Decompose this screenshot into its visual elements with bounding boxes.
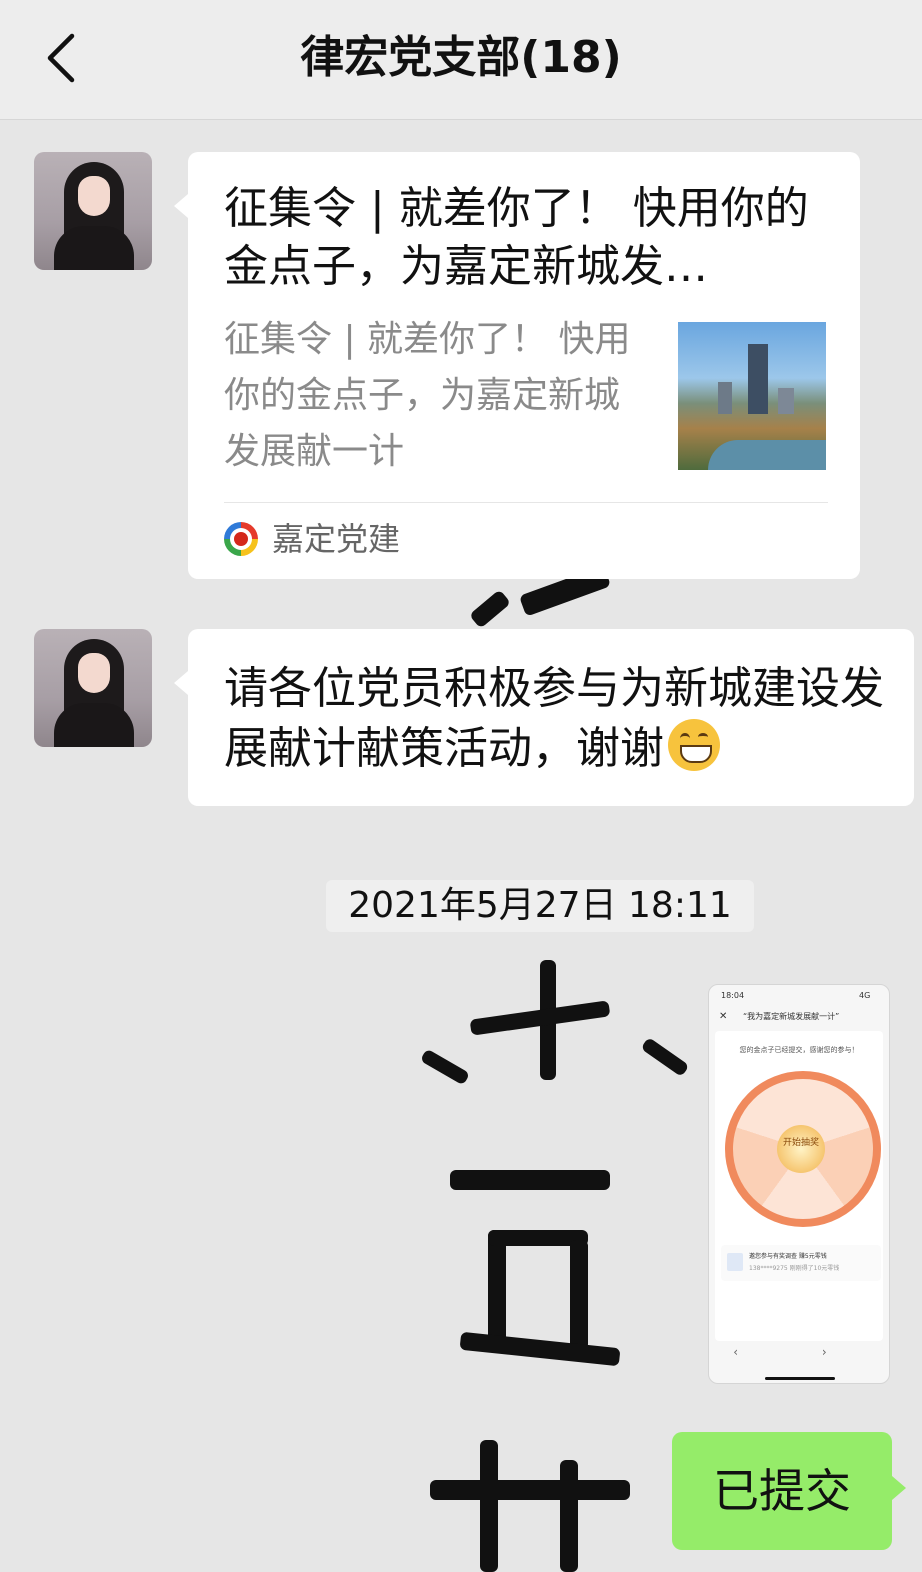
home-indicator <box>765 1377 835 1380</box>
lottery-start: 开始抽奖 <box>777 1125 825 1173</box>
background-calligraphy <box>488 1230 506 1350</box>
card-divider <box>224 502 828 503</box>
screenshot-image-message[interactable]: 18:04 4G ✕ “我为嘉定新城发展献一计” 您的金点子已经提交，感谢您的参… <box>708 984 890 1384</box>
article-thumbnail <box>678 322 826 470</box>
background-calligraphy <box>480 1440 498 1572</box>
shot-page-title: “我为嘉定新城发展献一计” <box>743 1012 840 1021</box>
message-text-content: 请各位党员积极参与为新城建设发展献计献策活动，谢谢 <box>224 663 884 774</box>
message-text: 请各位党员积极参与为新城建设发展献计献策活动，谢谢 <box>224 659 904 779</box>
shot-survey: 邀您参与有奖调查 赚5元零钱 138****9275 刚刚得了10元零钱 <box>721 1245 881 1281</box>
background-calligraphy <box>419 1048 471 1086</box>
sender-avatar[interactable] <box>34 152 152 270</box>
grin-emoji-icon <box>668 719 720 771</box>
source-logo-icon <box>224 522 258 556</box>
text-message[interactable]: 请各位党员积极参与为新城建设发展献计献策活动，谢谢 <box>174 629 914 806</box>
close-icon: ✕ <box>719 1011 728 1022</box>
shot-message: 您的金点子已经提交，感谢您的参与！ <box>739 1046 859 1054</box>
article-card[interactable]: 征集令 | 就差你了！ 快用你的金点子，为嘉定新城发… 征集令 | 就差你了！ … <box>174 152 860 579</box>
survey-subtitle: 138****9275 刚刚得了10元零钱 <box>749 1265 840 1272</box>
sent-message[interactable]: 已提交 <box>672 1432 906 1550</box>
chat-timestamp: 2021年5月27日 18:11 <box>326 880 754 932</box>
sender-avatar[interactable] <box>34 629 152 747</box>
background-calligraphy <box>430 1480 630 1500</box>
article-title: 征集令 | 就差你了！ 快用你的金点子，为嘉定新城发… <box>224 183 809 292</box>
background-calligraphy <box>570 1240 588 1350</box>
survey-title: 邀您参与有奖调查 赚5元零钱 <box>749 1253 827 1260</box>
article-description: 征集令 | 就差你了！ 快用你的金点子，为嘉定新城发展献一计 <box>224 319 631 472</box>
shot-status-signal: 4G <box>859 991 871 1000</box>
background-calligraphy <box>450 1170 610 1190</box>
background-calligraphy <box>560 1460 578 1572</box>
background-calligraphy <box>640 1036 690 1078</box>
chat-title: 律宏党支部(18) <box>300 32 622 83</box>
chat-header: 律宏党支部(18) <box>0 0 922 120</box>
survey-icon <box>727 1253 743 1271</box>
shot-nav: ‹ › <box>733 1345 867 1359</box>
background-calligraphy <box>459 1331 621 1367</box>
article-source: 嘉定党建 <box>272 520 401 558</box>
shot-panel: 您的金点子已经提交，感谢您的参与！ 开始抽奖 邀您参与有奖调查 赚5元零钱 13… <box>715 1031 883 1341</box>
shot-status-time: 18:04 <box>721 991 745 1000</box>
background-calligraphy <box>468 589 512 629</box>
